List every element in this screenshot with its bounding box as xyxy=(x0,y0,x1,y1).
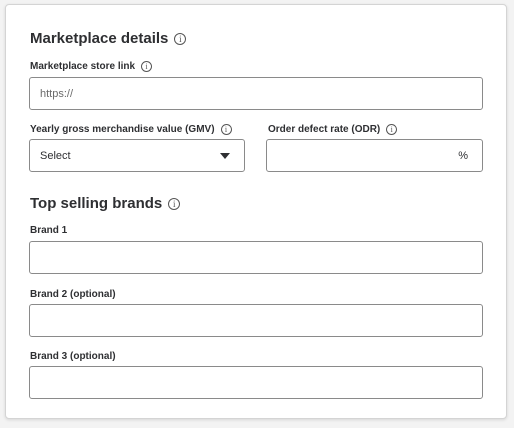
info-icon[interactable]: i xyxy=(174,32,187,45)
store-link-label: Marketplace store link xyxy=(30,61,136,72)
brand2-input[interactable] xyxy=(30,305,482,336)
marketplace-details-heading: Marketplace details i xyxy=(30,30,187,47)
store-link-field[interactable] xyxy=(29,77,483,110)
top-brands-title: Top selling brands xyxy=(30,195,163,212)
brand2-label: Brand 2 (optional) xyxy=(30,289,116,300)
odr-label: Order defect rate (ODR) xyxy=(268,124,381,135)
brand1-input[interactable] xyxy=(30,242,482,273)
form-card: Marketplace details i Marketplace store … xyxy=(5,4,507,419)
brand1-field[interactable] xyxy=(29,241,483,274)
gmv-selected-value: Select xyxy=(40,149,71,162)
percent-suffix: % xyxy=(458,149,468,162)
brand3-label-row: Brand 3 (optional) xyxy=(30,351,116,362)
brand2-label-row: Brand 2 (optional) xyxy=(30,289,116,300)
info-icon[interactable]: i xyxy=(386,124,398,135)
info-icon[interactable]: i xyxy=(220,124,232,135)
chevron-down-icon xyxy=(220,152,230,159)
info-icon[interactable]: i xyxy=(141,61,153,72)
gmv-label: Yearly gross merchandise value (GMV) xyxy=(30,124,215,135)
brand3-field[interactable] xyxy=(29,366,483,399)
brand1-label-row: Brand 1 xyxy=(30,225,67,236)
odr-input[interactable] xyxy=(267,140,482,171)
odr-label-row: Order defect rate (ODR) i xyxy=(268,124,398,135)
gmv-label-row: Yearly gross merchandise value (GMV) i xyxy=(30,124,232,135)
odr-field[interactable]: % xyxy=(266,139,483,172)
gmv-select[interactable]: Select xyxy=(29,139,245,172)
marketplace-details-title: Marketplace details xyxy=(30,30,169,47)
top-brands-heading: Top selling brands i xyxy=(30,195,181,212)
brand3-label: Brand 3 (optional) xyxy=(30,351,116,362)
info-icon[interactable]: i xyxy=(168,197,181,210)
brand1-label: Brand 1 xyxy=(30,225,68,236)
brand2-field[interactable] xyxy=(29,304,483,337)
store-link-input[interactable] xyxy=(30,78,482,109)
store-link-label-row: Marketplace store link i xyxy=(30,61,153,72)
brand3-input[interactable] xyxy=(30,367,482,398)
